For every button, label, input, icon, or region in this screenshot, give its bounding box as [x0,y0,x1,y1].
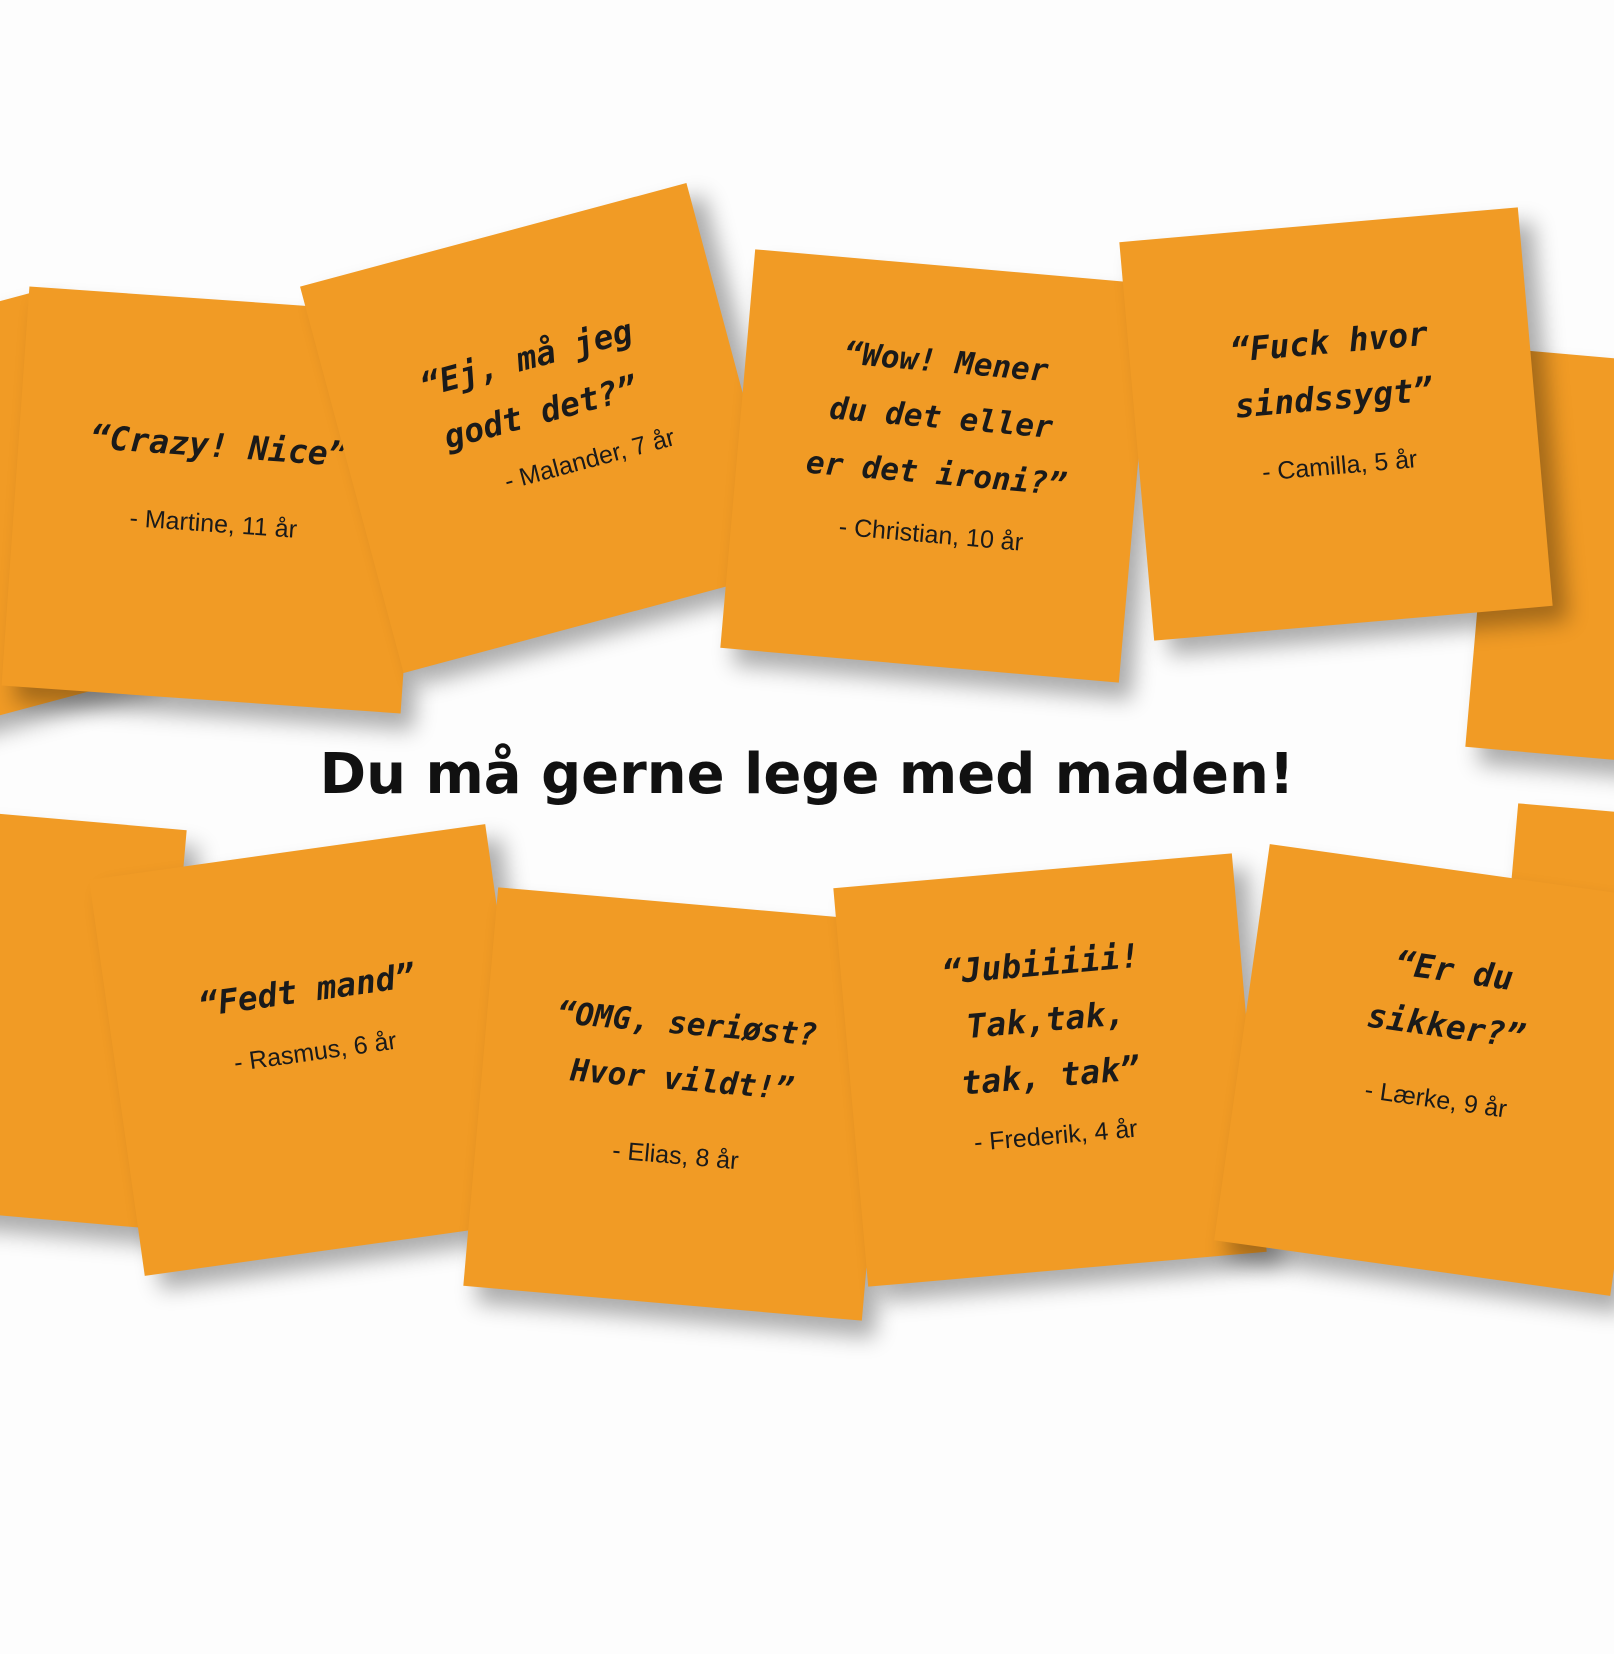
note-quote: “Jubiiiii! Tak,tak, tak, tak” [940,935,1142,1103]
note-author: - Martine, 11 år [128,504,298,544]
note-author: - Camilla, 5 år [1260,445,1419,487]
sticky-note-christian: “Wow! Mener du det eller er det ironi?” … [720,249,1154,683]
page-headline: Du må gerne lege med maden! [319,742,1295,807]
note-author: - Christian, 10 år [837,512,1025,557]
note-author: - Frederik, 4 år [972,1114,1139,1157]
sticky-note-laerke: “Er du sikker?” - Lærke, 9 år [1214,844,1614,1296]
note-quote: “OMG, seriøst? Hvor vildt!” [555,994,819,1108]
note-quote: “Fuck hvor sindssygt” [1228,313,1435,426]
note-quote: “Ej, må jeg godt det?” [415,310,642,457]
note-quote: “Wow! Mener du det eller er det ironi?” [804,335,1069,504]
sticky-note-elias: “OMG, seriøst? Hvor vildt!” - Elias, 8 å… [463,887,897,1321]
note-author: - Lærke, 9 år [1363,1075,1509,1124]
sticky-note-frederik: “Jubiiiii! Tak,tak, tak, tak” - Frederik… [833,853,1267,1287]
sticky-note-camilla: “Fuck hvor sindssygt” - Camilla, 5 år [1119,207,1553,641]
note-author: - Elias, 8 år [611,1136,740,1176]
note-quote: “Er du sikker?” [1364,942,1528,1057]
